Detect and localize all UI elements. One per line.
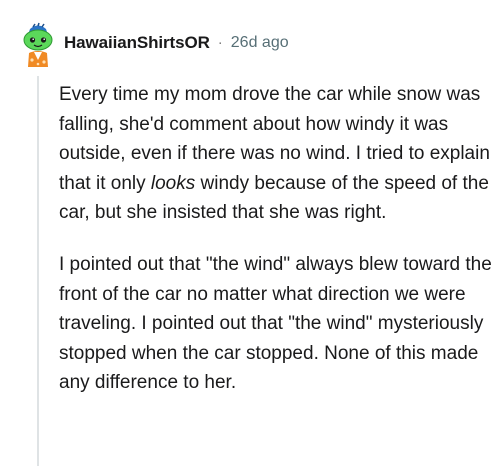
- timestamp-link[interactable]: 26d ago: [231, 33, 289, 53]
- comment-paragraph-2: I pointed out that "the wind" always ble…: [59, 253, 492, 394]
- username-link[interactable]: HawaiianShirtsOR: [64, 33, 210, 53]
- meta-separator: ·: [217, 34, 223, 51]
- snoo-avatar-icon: [23, 22, 53, 67]
- thread-collapse-line[interactable]: [37, 76, 39, 466]
- comment-meta: HawaiianShirtsOR · 26d ago: [64, 33, 289, 53]
- comment-paragraph-1: Every time my mom drove the car while sn…: [59, 80, 499, 228]
- comment-header: HawaiianShirtsOR · 26d ago: [18, 20, 289, 68]
- paragraph-1-emphasis: looks: [150, 172, 196, 194]
- comment: HawaiianShirtsOR · 26d ago Every time my…: [0, 0, 504, 466]
- avatar[interactable]: [18, 20, 58, 68]
- comment-body: Every time my mom drove the car while sn…: [59, 80, 499, 398]
